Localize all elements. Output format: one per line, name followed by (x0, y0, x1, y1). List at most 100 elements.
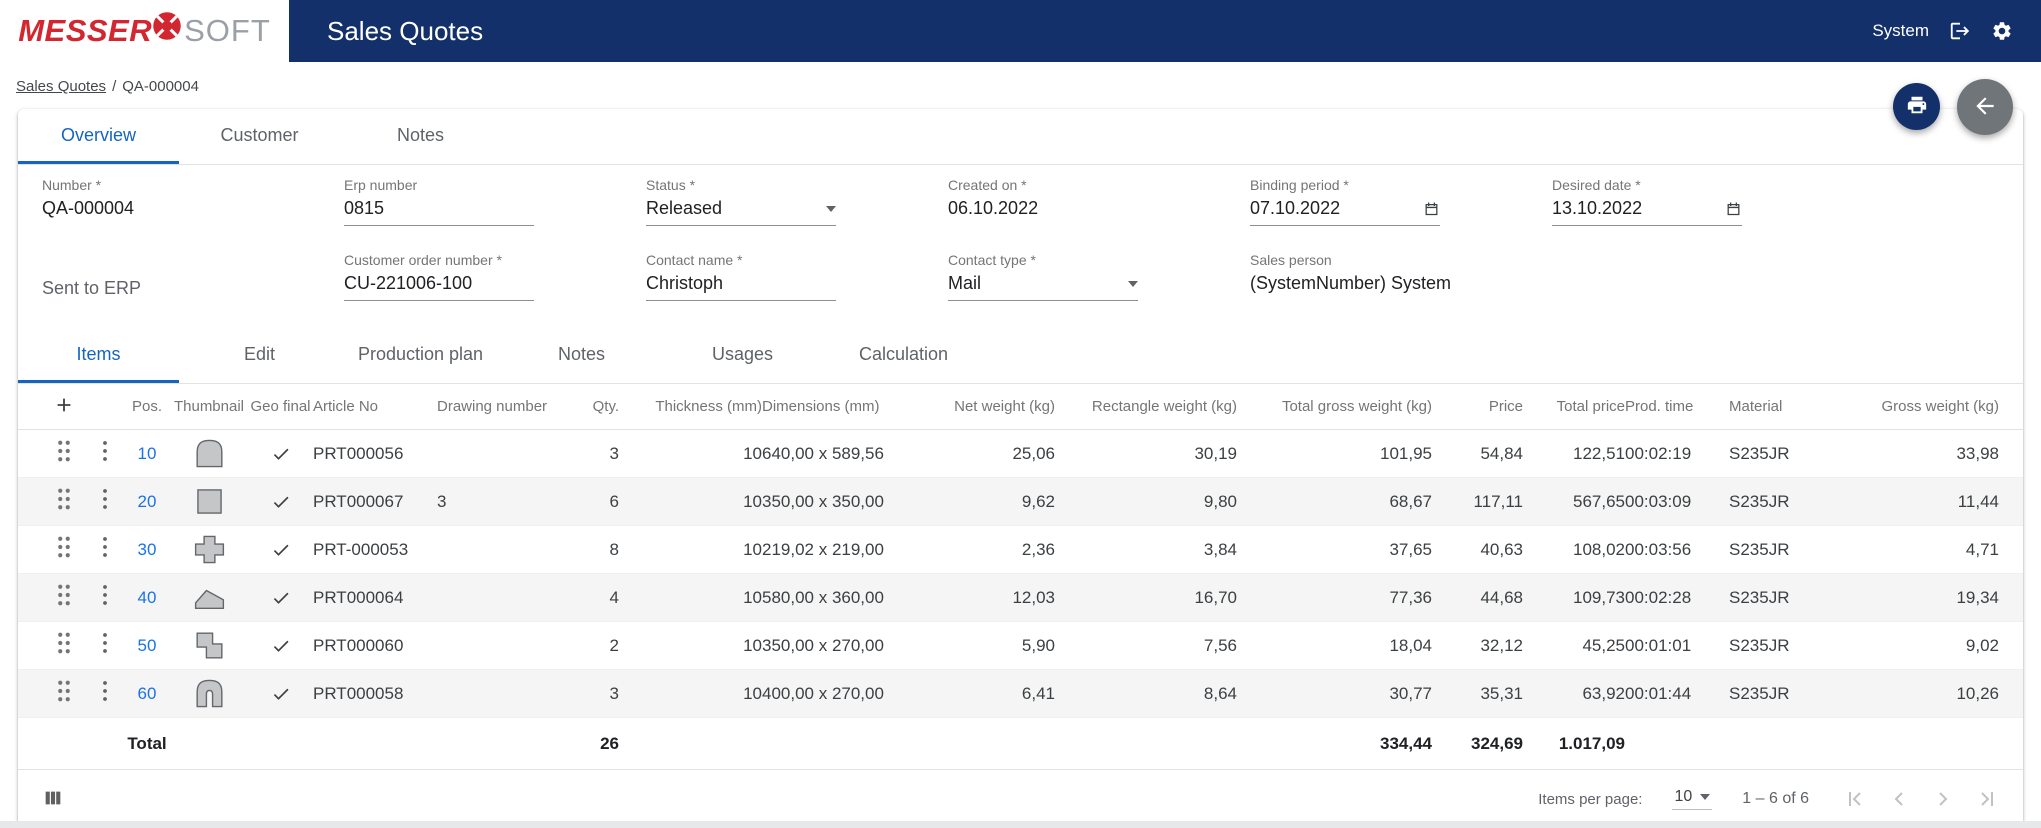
chevron-down-icon (826, 205, 836, 212)
printer-icon (1906, 94, 1928, 119)
pos-link[interactable]: 60 (138, 684, 157, 703)
main-tab[interactable]: Customer (179, 109, 340, 164)
brand-messer-text: MESSER (18, 13, 153, 48)
item-tab[interactable]: Edit (179, 328, 340, 383)
status-select[interactable]: Released (646, 198, 836, 226)
pager-nav (1843, 787, 1999, 811)
field-number-value: QA-000004 (42, 198, 135, 218)
pos-link[interactable]: 30 (138, 540, 157, 559)
cell-total-gross-weight: 18,04 (1389, 635, 1432, 655)
pos-link[interactable]: 40 (138, 588, 157, 607)
table-row: 50 PRT000060 2 10 350,00 x 270,00 5,90 7… (18, 622, 2023, 670)
total-gross-weight: 334,44 (1380, 733, 1432, 753)
row-menu-icon[interactable] (102, 680, 108, 702)
field-number: Number * QA-000004 (42, 177, 344, 226)
previous-page-icon[interactable] (1887, 787, 1911, 811)
status-value: Released (646, 198, 723, 218)
field-created-on-label: Created on * (948, 177, 1027, 193)
cell-material: S235JR (1729, 587, 1790, 607)
pos-link[interactable]: 10 (138, 444, 157, 463)
cell-thickness: 10 (743, 587, 762, 607)
drag-handle-icon[interactable] (55, 487, 73, 511)
table-row: 40 PRT000064 4 10 580,00 x 360,00 12,03 … (18, 574, 2023, 622)
cell-price: 44,68 (1480, 587, 1523, 607)
cell-gross-weight: 9,02 (1965, 635, 1999, 655)
col-header-gross-weight: Gross weight (kg) (1881, 398, 1999, 415)
drag-handle-icon[interactable] (55, 631, 73, 655)
item-tab[interactable]: Notes (501, 328, 662, 383)
col-header-thumbnail: Thumbnail (173, 398, 245, 415)
print-button[interactable] (1893, 83, 1940, 130)
total-total-price: 1.017,09 (1558, 733, 1625, 753)
paginator: Items per page: 10 1 – 6 of 6 (1538, 787, 1999, 811)
items-per-page-select[interactable]: 10 (1672, 788, 1713, 810)
customer-order-number-input[interactable]: CU-221006-100 (344, 273, 534, 301)
first-page-icon[interactable] (1843, 787, 1867, 811)
field-sales-person-value: (SystemNumber) System (1250, 273, 1452, 293)
binding-period-input[interactable]: 07.10.2022 (1250, 198, 1440, 226)
last-page-icon[interactable] (1975, 787, 1999, 811)
cell-total-gross-weight: 30,77 (1389, 683, 1432, 703)
pos-link[interactable]: 20 (138, 492, 157, 511)
sent-to-erp-text: Sent to ERP (42, 278, 142, 298)
drag-handle-icon[interactable] (55, 439, 73, 463)
field-contact-type-label: Contact type * (948, 252, 1036, 268)
cell-material: S235JR (1729, 683, 1790, 703)
calendar-icon[interactable] (1423, 200, 1440, 217)
cell-total-price: 108,02 (1573, 539, 1625, 559)
cell-qty: 6 (609, 491, 619, 511)
field-customer-order-number: Customer order number * CU-221006-100 (344, 252, 646, 306)
cell-qty: 3 (609, 443, 619, 463)
calendar-icon[interactable] (1725, 200, 1742, 217)
logout-icon[interactable] (1949, 20, 1971, 42)
row-menu-icon[interactable] (102, 440, 108, 462)
cell-qty: 4 (609, 587, 619, 607)
item-tab[interactable]: Production plan (340, 328, 501, 383)
breadcrumb-link-sales-quotes[interactable]: Sales Quotes (16, 78, 106, 95)
drag-handle-icon[interactable] (55, 583, 73, 607)
back-button[interactable] (1957, 79, 2013, 135)
pos-link[interactable]: 50 (138, 636, 157, 655)
cell-dimensions: 640,00 x 589,56 (762, 443, 884, 463)
main-tab[interactable]: Overview (18, 109, 179, 164)
drag-handle-icon[interactable] (55, 679, 73, 703)
brand-target-icon (152, 11, 182, 41)
column-settings-button[interactable] (42, 787, 64, 812)
add-item-button[interactable] (53, 394, 75, 416)
row-menu-icon[interactable] (102, 536, 108, 558)
row-menu-icon[interactable] (102, 632, 108, 654)
row-menu-icon[interactable] (102, 488, 108, 510)
item-tab[interactable]: Usages (662, 328, 823, 383)
contact-name-input[interactable]: Christoph (646, 273, 836, 301)
field-contact-type: Contact type * Mail (948, 252, 1250, 306)
col-header-dimensions: Dimensions (mm) (762, 398, 880, 415)
main-tab[interactable]: Notes (340, 109, 501, 164)
settings-gear-icon[interactable] (1991, 20, 2013, 42)
topbar-actions: System (1872, 20, 2041, 42)
brand-logo[interactable]: MESSER SOFT (0, 0, 289, 62)
item-tab-label: Edit (243, 343, 276, 364)
cell-prod-time: 00:03:09 (1625, 491, 1692, 511)
cell-total-gross-weight: 68,67 (1389, 491, 1432, 511)
cell-dimensions: 350,00 x 270,00 (762, 635, 884, 655)
item-tab[interactable]: Calculation (823, 328, 984, 383)
next-page-icon[interactable] (1931, 787, 1955, 811)
cell-prod-time: 00:01:44 (1625, 683, 1692, 703)
contact-type-value: Mail (948, 273, 982, 293)
cell-gross-weight: 33,98 (1956, 443, 1999, 463)
row-menu-icon[interactable] (102, 584, 108, 606)
cell-net-weight: 9,62 (1021, 491, 1055, 511)
cell-article-no: PRT-000053 (313, 539, 409, 559)
cell-total-price: 45,25 (1582, 635, 1625, 655)
contact-type-select[interactable]: Mail (948, 273, 1138, 301)
cell-net-weight: 12,03 (1012, 587, 1055, 607)
drag-handle-icon[interactable] (55, 535, 73, 559)
erp-number-input[interactable]: 0815 (344, 198, 534, 226)
field-binding-period: Binding period * 07.10.2022 (1250, 177, 1552, 226)
desired-date-input[interactable]: 13.10.2022 (1552, 198, 1742, 226)
field-created-on: Created on * 06.10.2022 (948, 177, 1250, 226)
cell-net-weight: 25,06 (1012, 443, 1055, 463)
cell-price: 35,31 (1480, 683, 1523, 703)
item-tab[interactable]: Items (18, 328, 179, 383)
col-header-qty: Qty. (592, 398, 619, 415)
